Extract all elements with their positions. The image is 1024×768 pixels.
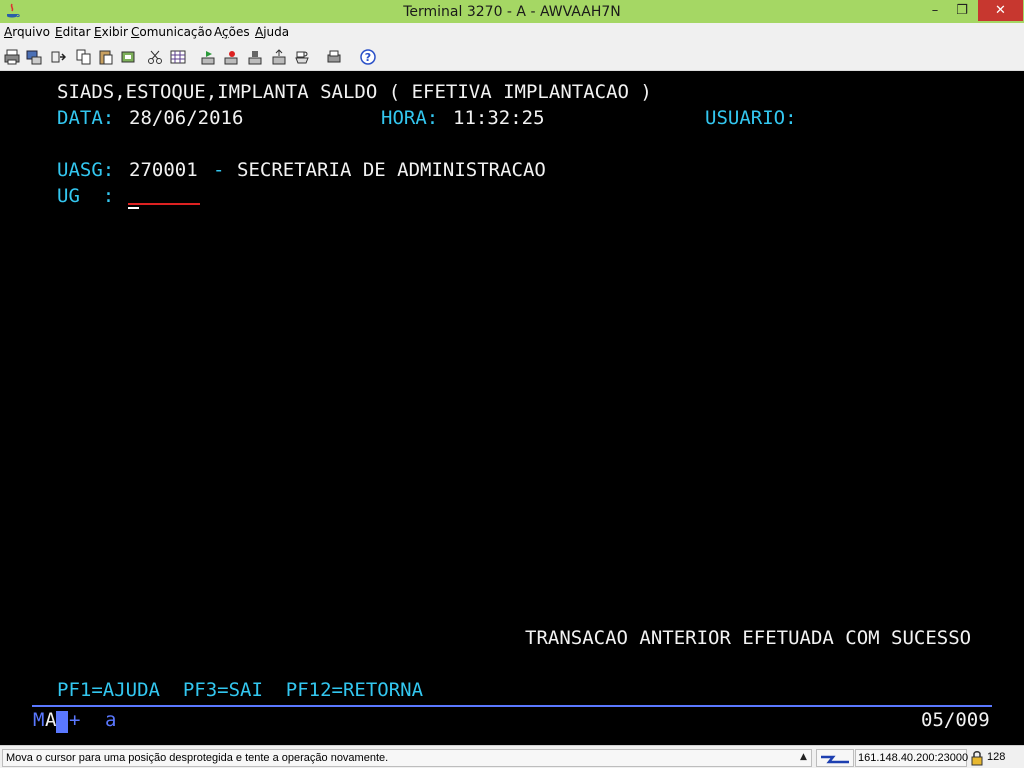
connection-status <box>816 749 854 767</box>
pf-keys: PF1=AJUDA PF3=SAI PF12=RETORNA <box>57 679 424 701</box>
user-label: USUARIO: <box>705 107 797 129</box>
uasg-label: UASG: <box>57 159 115 181</box>
ug-input[interactable] <box>128 203 200 205</box>
cut-icon[interactable] <box>147 49 163 65</box>
send-file-icon[interactable] <box>271 49 287 65</box>
oia-mode: a <box>105 709 117 731</box>
time-value: 11:32:25 <box>453 107 545 129</box>
toolbar: ? <box>0 43 1024 71</box>
svg-text:?: ? <box>365 51 371 64</box>
date-label: DATA: <box>57 107 115 129</box>
print-screen-icon[interactable] <box>4 49 20 65</box>
paste-icon[interactable] <box>98 49 114 65</box>
title-bar: Terminal 3270 - A - AWVAAH7N – ❐ ✕ <box>0 0 1024 23</box>
lock-icon <box>971 751 983 766</box>
menu-ajuda[interactable]: Ajuda <box>255 25 289 39</box>
menu-editar[interactable]: Editar <box>55 25 91 39</box>
keypad-icon[interactable] <box>170 49 186 65</box>
time-label: HORA: <box>381 107 439 129</box>
uasg-code: 270001 <box>129 159 198 181</box>
menu-exibir[interactable]: Exibir <box>94 25 128 39</box>
connection-icon <box>821 755 849 764</box>
uasg-name: SECRETARIA DE ADMINISTRACAO <box>237 159 546 181</box>
screen-header: SIADS,ESTOQUE,IMPLANTA SALDO ( EFETIVA I… <box>57 81 652 103</box>
receive-file-icon[interactable] <box>294 49 310 65</box>
oia-separator <box>32 705 992 707</box>
status-bar: Mova o cursor para uma posição desproteg… <box>0 745 1024 768</box>
up-arrow-icon[interactable]: ▲ <box>800 752 807 762</box>
macro-stop-icon[interactable] <box>247 49 263 65</box>
text-cursor <box>128 207 139 209</box>
status-message: TRANSACAO ANTERIOR EFETUADA COM SUCESSO <box>525 627 972 649</box>
ug-label: UG : <box>57 185 115 207</box>
printer-setup-icon[interactable] <box>326 49 342 65</box>
menu-bar: Arquivo Editar Exibir Comunicação Ações … <box>0 23 1024 43</box>
menu-acoes[interactable]: Ações <box>214 25 250 39</box>
host-address: 161.148.40.200:23000 <box>855 749 968 767</box>
print-icon[interactable] <box>26 49 42 65</box>
oia-cursor-block <box>56 711 68 733</box>
copy-icon[interactable] <box>76 49 92 65</box>
encryption-level: 128 <box>987 751 1006 763</box>
help-icon[interactable]: ? <box>360 49 376 65</box>
oia-indicator-a: A <box>45 709 57 731</box>
uasg-separator: - <box>213 159 225 181</box>
date-value: 28/06/2016 <box>129 107 244 129</box>
oia-indicator-m: M <box>33 709 45 731</box>
macro-record-icon[interactable] <box>223 49 239 65</box>
menu-arquivo[interactable]: Arquivo <box>4 25 50 39</box>
copy-append-icon[interactable] <box>121 49 137 65</box>
paste-link-icon[interactable] <box>50 49 66 65</box>
maximize-button[interactable]: ❐ <box>948 0 976 21</box>
cursor-position: 05/009 <box>921 709 990 731</box>
window-title: Terminal 3270 - A - AWVAAH7N <box>403 4 621 20</box>
minimize-button[interactable]: – <box>920 0 950 21</box>
terminal-screen[interactable]: SIADS,ESTOQUE,IMPLANTA SALDO ( EFETIVA I… <box>0 71 1024 745</box>
oia-plus: + <box>69 709 81 731</box>
status-bar-message: Mova o cursor para uma posição desproteg… <box>2 749 812 767</box>
close-button[interactable]: ✕ <box>978 0 1023 21</box>
menu-comunicacao[interactable]: Comunicação <box>131 25 212 39</box>
macro-play-icon[interactable] <box>200 49 216 65</box>
